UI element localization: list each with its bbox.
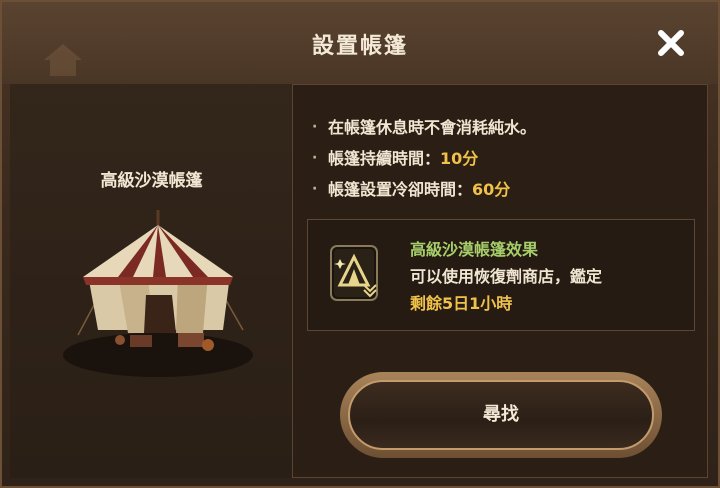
info-cooldown: · 帳篷設置冷卻時間：60分: [312, 174, 692, 205]
find-button-label: 尋找: [483, 404, 519, 425]
bullet: ·: [312, 181, 318, 197]
find-button[interactable]: 尋找: [340, 372, 662, 458]
close-button[interactable]: [650, 22, 692, 64]
duration-value: 10分: [440, 149, 479, 168]
cooldown-value: 60分: [472, 180, 511, 199]
bullet: ·: [312, 150, 318, 166]
cooldown-label: 帳篷設置冷卻時間：: [328, 180, 473, 199]
effect-description: 可以使用恢復劑商店，鑑定: [410, 267, 603, 286]
close-icon: [658, 30, 684, 56]
desert-tent-image: [63, 210, 253, 377]
bullet: ·: [312, 119, 318, 135]
dialog-header: 設置帳篷: [2, 2, 718, 84]
tent-buff-icon: [330, 245, 378, 301]
effect-remaining-time: 剩餘5日1小時: [410, 294, 513, 313]
tent-name: 高級沙漠帳篷: [100, 171, 203, 191]
info-duration: · 帳篷持續時間：10分: [312, 143, 692, 174]
dialog-title: 設置帳篷: [311, 34, 408, 59]
info-no-water-consumption: · 在帳篷休息時不會消耗純水。: [312, 112, 692, 143]
effect-title: 高級沙漠帳篷效果: [410, 240, 539, 259]
tent-info-list: · 在帳篷休息時不會消耗純水。 · 帳篷持續時間：10分 · 帳篷設置冷卻時間：…: [312, 112, 692, 205]
duration-label: 帳篷持續時間：: [328, 149, 441, 168]
info-line-1: 在帳篷休息時不會消耗純水。: [328, 118, 537, 137]
